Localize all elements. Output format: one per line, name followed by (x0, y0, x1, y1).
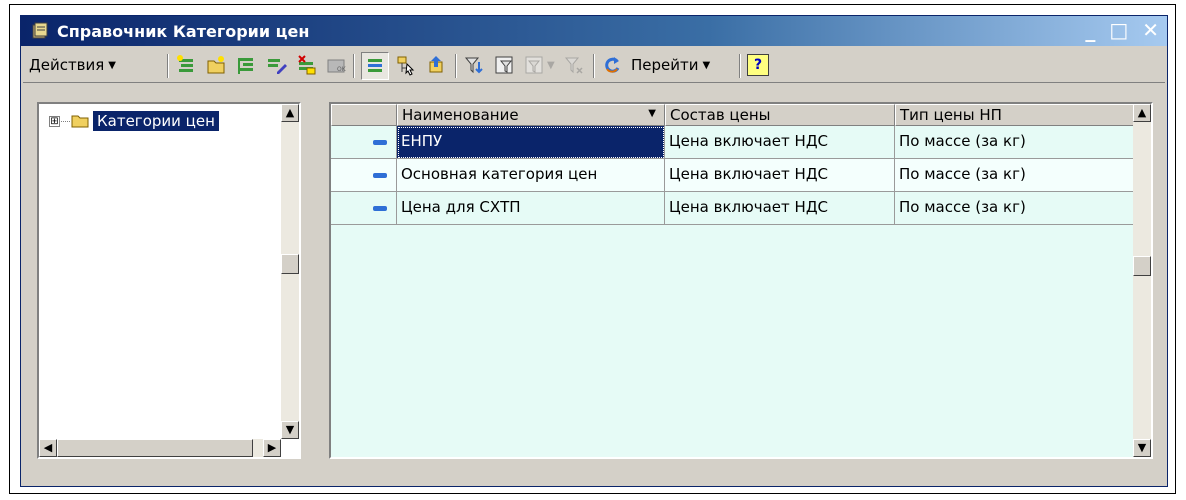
toolbar-separator (739, 54, 741, 78)
catalog-book-icon (32, 22, 48, 39)
add-item-icon (177, 55, 193, 72)
column-header-label: Состав цены (670, 106, 771, 124)
table-vertical-scrollbar[interactable]: ▲ ▼ (1133, 104, 1151, 457)
scroll-down-icon[interactable]: ▼ (1133, 439, 1151, 457)
table-row[interactable]: Основная категория цен Цена включает НДС… (331, 159, 1135, 192)
help-icon: ? (747, 54, 769, 76)
add-folder-button[interactable] (205, 52, 227, 78)
actions-menu-label: Действия (29, 56, 105, 74)
row-marker-cell (331, 126, 397, 159)
tree-vertical-scrollbar[interactable]: ▲ ▼ (281, 104, 299, 439)
toolbar-separator (167, 54, 169, 78)
row-marker-cell (331, 159, 397, 192)
chevron-down-icon: ▼ (547, 59, 555, 71)
filter-by-value-button[interactable] (493, 52, 515, 78)
chevron-down-icon: ▼ (108, 59, 116, 71)
delete-mark-icon (298, 55, 316, 75)
cell-price-composition[interactable]: Цена включает НДС (665, 159, 895, 192)
svg-text:OK: OK (337, 66, 347, 73)
cell-price-type[interactable]: По массе (за кг) (895, 192, 1135, 225)
tree-node-root[interactable]: ⊞ Категории цен (49, 110, 219, 132)
row-marker-cell (331, 192, 397, 225)
table-row[interactable]: ЕНПУ Цена включает НДС По массе (за кг) (331, 126, 1135, 159)
scroll-up-icon[interactable]: ▲ (281, 104, 299, 122)
content-area: ⊞ Категории цен ▲ ▼ ◀ ▶ Наименование ▼ С… (23, 84, 1165, 484)
filter-by-value-icon (495, 56, 513, 74)
filter-icon (464, 57, 483, 74)
cell-name[interactable]: ЕНПУ (397, 126, 665, 159)
title-bar[interactable]: Справочник Категории цен _ □ ✕ (21, 16, 1167, 46)
tree-view-button[interactable] (395, 52, 417, 78)
help-button[interactable]: ? (747, 52, 769, 78)
tree-connector (61, 120, 70, 122)
toolbar-separator (455, 54, 457, 78)
goto-menu-label: Перейти (631, 56, 699, 74)
cell-name[interactable]: Цена для СХТП (397, 192, 665, 225)
row-marker-header (331, 104, 397, 126)
clear-filter-button[interactable] (563, 52, 585, 78)
chevron-down-icon: ▼ (702, 59, 711, 71)
edit-item-button[interactable] (265, 52, 287, 78)
clear-filter-icon (564, 57, 583, 74)
level-up-icon (429, 56, 443, 73)
catalog-item-icon (373, 173, 387, 178)
tree-horizontal-scrollbar[interactable]: ◀ ▶ (39, 439, 281, 457)
table-row[interactable]: Цена для СХТП Цена включает НДС По массе… (331, 192, 1135, 225)
column-header-price-composition[interactable]: Состав цены (665, 104, 895, 126)
refresh-button[interactable] (601, 52, 623, 78)
cell-price-type[interactable]: По массе (за кг) (895, 159, 1135, 192)
folder-icon (71, 115, 89, 128)
scroll-up-icon[interactable]: ▲ (1133, 104, 1151, 122)
toolbar: Действия ▼ OK ▼ Перейти ▼ ? (23, 48, 1165, 83)
add-folder-icon (207, 56, 225, 74)
tree-hscroll-thumb[interactable] (57, 439, 253, 457)
panel-splitter[interactable] (311, 102, 321, 459)
scroll-down-icon[interactable]: ▼ (281, 421, 299, 439)
catalog-table: Наименование ▼ Состав цены Тип цены НП Е… (329, 102, 1153, 459)
scroll-left-icon[interactable]: ◀ (39, 439, 57, 457)
copy-item-icon (238, 58, 253, 74)
tree-node-label[interactable]: Категории цен (93, 111, 219, 131)
post-icon: OK (327, 59, 347, 73)
catalog-item-icon (373, 206, 387, 211)
hierarchy-toggle-button[interactable] (361, 52, 389, 80)
actions-menu-button[interactable]: Действия ▼ (25, 52, 120, 78)
hierarchy-toggle-icon (368, 59, 382, 72)
window-title: Справочник Категории цен (57, 22, 310, 41)
catalog-item-icon (373, 140, 387, 145)
cell-price-composition[interactable]: Цена включает НДС (665, 126, 895, 159)
table-vscroll-thumb[interactable] (1133, 256, 1151, 276)
post-button[interactable]: OK (325, 52, 347, 78)
tree-expand-icon[interactable]: ⊞ (49, 115, 60, 127)
filter-history-icon (525, 56, 543, 74)
filter-button[interactable] (463, 52, 485, 78)
sort-desc-icon: ▼ (648, 108, 656, 119)
cell-price-composition[interactable]: Цена включает НДС (665, 192, 895, 225)
maximize-button[interactable]: □ (1109, 19, 1128, 41)
catalog-window: Справочник Категории цен _ □ ✕ Действия … (20, 15, 1168, 487)
tree-panel: ⊞ Категории цен ▲ ▼ ◀ ▶ (37, 102, 301, 459)
toolbar-separator (353, 54, 355, 78)
scroll-right-icon[interactable]: ▶ (263, 439, 281, 457)
column-header-label: Наименование (402, 106, 519, 124)
cell-name[interactable]: Основная категория цен (397, 159, 665, 192)
goto-menu-button[interactable]: Перейти ▼ (627, 52, 714, 78)
tree-view-icon (397, 56, 415, 76)
copy-item-button[interactable] (235, 52, 257, 78)
refresh-icon (605, 57, 620, 73)
cell-price-type[interactable]: По массе (за кг) (895, 126, 1135, 159)
tree-vscroll-thumb[interactable] (281, 254, 299, 274)
filter-history-button[interactable]: ▼ (523, 52, 555, 78)
minimize-button[interactable]: _ (1085, 19, 1095, 41)
level-up-button[interactable] (425, 52, 447, 78)
column-header-price-type[interactable]: Тип цены НП (895, 104, 1135, 126)
toolbar-separator (593, 54, 595, 78)
delete-mark-button[interactable] (295, 52, 317, 78)
column-header-name[interactable]: Наименование ▼ (397, 104, 665, 126)
column-header-label: Тип цены НП (900, 106, 1002, 124)
table-header: Наименование ▼ Состав цены Тип цены НП (331, 104, 1135, 126)
add-item-button[interactable] (175, 52, 197, 78)
edit-item-icon (268, 59, 287, 74)
close-button[interactable]: ✕ (1142, 19, 1159, 41)
